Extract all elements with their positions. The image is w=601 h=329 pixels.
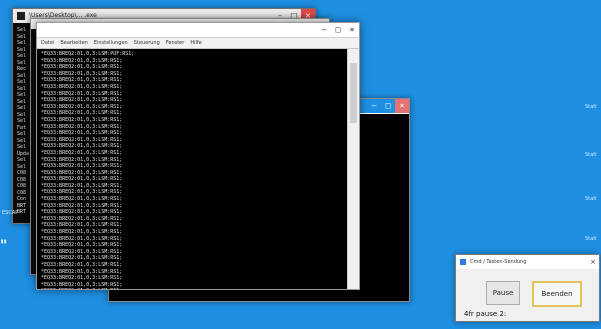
key-send-dialog[interactable]: Cmd / Tasten-Sendung × Pause Beenden 4fr… bbox=[455, 254, 600, 322]
console-line: *EQ33:BREQ2:01,0,3:LSM:RS1; bbox=[41, 288, 343, 289]
menu-item[interactable]: Hilfe bbox=[190, 40, 201, 46]
menu-item[interactable]: Steuerung bbox=[134, 40, 160, 46]
close-icon[interactable]: × bbox=[345, 23, 359, 37]
menu-item[interactable]: Datei bbox=[41, 40, 54, 46]
quit-button[interactable]: Beenden bbox=[532, 281, 582, 307]
app-icon bbox=[460, 259, 466, 265]
console-line: *EQ33:BREQ2:01,0,3:LSM:RS1; bbox=[41, 83, 123, 90]
console-line: *EQ33:BREQ2:01,0,3:LSM:RS1; bbox=[41, 116, 123, 123]
console-line: *EQ33:BREQ2:01,0,3:LSM:RS1; bbox=[41, 229, 123, 236]
vertical-scrollbar[interactable] bbox=[347, 49, 359, 289]
console-line: *EQ33:BREQ2:01,0,3:LSM:RS1; bbox=[41, 103, 123, 110]
maximize-icon[interactable]: □ bbox=[381, 99, 395, 113]
console-line: *EQ33:BREQ2:01,0,3:LSM:RS1; bbox=[41, 57, 123, 64]
console-line: *EQ33:BREQ2:01,0,3:LSM:RS1; bbox=[41, 281, 123, 288]
desktop-label-right[interactable]: Stati bbox=[585, 152, 597, 158]
front-console-menubar: Datei Bearbeiten Einstellungen Steuerung Fen… bbox=[37, 38, 359, 49]
desktop-label-right[interactable]: Stati bbox=[585, 104, 597, 110]
console-line: *EQ33:BREQ2:01,0,3:LSM:RS1; bbox=[41, 255, 123, 262]
minimize-icon[interactable]: – bbox=[367, 99, 381, 113]
console-line: *EQ33:BREQ2:01,0,3:LSM:RS1; bbox=[41, 268, 123, 275]
desktop-label-right[interactable]: Stati bbox=[585, 196, 597, 202]
front-console-window[interactable]: – □ × Datei Bearbeiten Einstellungen Steuer… bbox=[36, 22, 360, 290]
console-line: *EQ33:BREQ2:01,0,3:LSM:RS1; bbox=[41, 209, 123, 216]
dialog-status-text: 4fr pause 2: bbox=[464, 310, 507, 318]
console-line: *EQ33:BREQ2:01,0,3:LSM:RS1; bbox=[41, 156, 123, 163]
close-icon[interactable]: × bbox=[589, 258, 597, 266]
dialog-titlebar[interactable]: Cmd / Tasten-Sendung × bbox=[456, 255, 599, 269]
console-line: *EQ33:BREQ2:01,0,3:LSM:RS1; bbox=[41, 130, 123, 137]
front-console-output: *EQ33:BREQ2:01,0,3:LSM:PUF:RS1; *EQ33:BRE… bbox=[37, 49, 347, 289]
console-line: *EQ33:BREQ2:01,0,3:LSM:RS1; bbox=[41, 176, 123, 183]
console-line: *EQ33:BREQ2:01,0,3:LSM:RS1; bbox=[41, 70, 123, 77]
dialog-title: Cmd / Tasten-Sendung bbox=[470, 259, 527, 265]
pause-button[interactable]: Pause bbox=[486, 281, 520, 305]
minimize-icon[interactable]: – bbox=[317, 23, 331, 37]
console-line: *EQ33:BREQ2:01,0,3:LSM:RS1; bbox=[41, 90, 123, 97]
console-line: *EQ33:BREQ2:01,0,3:LSM:RS1; bbox=[41, 123, 123, 130]
console-app-icon bbox=[17, 12, 25, 20]
front-console-titlebar[interactable]: – □ × bbox=[37, 23, 359, 38]
console-line: *EQ33:BREQ2:01,0,3:LSM:RS1; bbox=[41, 77, 123, 84]
maximize-icon[interactable]: □ bbox=[331, 23, 345, 37]
desktop-label-left[interactable]: ESCAP bbox=[2, 210, 18, 216]
menu-item[interactable]: Bearbeiten bbox=[60, 40, 87, 46]
quote-mark: " bbox=[0, 238, 8, 254]
console-line: *EQ33:BREQ2:01,0,3:LSM:RS1; bbox=[41, 242, 123, 249]
console-line: *EQ33:BREQ2:01,0,3:LSM:RS1; bbox=[41, 149, 123, 156]
console-line: *EQ33:BREQ2:01,0,3:LSM:RS1; bbox=[41, 196, 123, 203]
console-line: *EQ33:BREQ2:01,0,3:LSM:RS1; bbox=[41, 262, 123, 268]
console-line: *EQ33:BREQ2:01,0,3:LSM:RS1; bbox=[41, 248, 123, 255]
console-line: *EQ33:BREQ2:01,0,3:LSM:RS1; bbox=[41, 143, 123, 150]
menu-item[interactable]: Einstellungen bbox=[94, 40, 128, 46]
console-line: *EQ33:BREQ2:01,0,3:LSM:RS1; bbox=[41, 97, 123, 104]
close-icon[interactable]: × bbox=[395, 99, 409, 113]
menu-item[interactable]: Fenster bbox=[166, 40, 185, 46]
console-line: *EQ33:BREQ2:01,0,3:LSM:RS1; bbox=[41, 215, 123, 222]
console-line: *EQ33:BREQ2:01,0,3:LSM:PUF:RS1; bbox=[41, 51, 135, 57]
console-line: *EQ33:BREQ2:01,0,3:LSM:RS1; bbox=[41, 202, 123, 209]
desktop-label-right[interactable]: Stati bbox=[585, 236, 597, 242]
console-line: *EQ33:BREQ2:01,0,3:LSM:RS1; bbox=[41, 163, 123, 170]
console-line: *EQ33:BREQ2:01,0,3:LSM:RS1; bbox=[41, 235, 123, 242]
console-line: *EQ33:BREQ2:01,0,3:LSM:RS1; bbox=[41, 169, 123, 176]
console-line: *EQ33:BREQ2:01,0,3:LSM:RS1; bbox=[41, 136, 123, 143]
console-line: *EQ33:BREQ2:01,0,3:LSM:RS1; bbox=[41, 222, 123, 229]
console-line: *EQ33:BREQ2:01,0,3:LSM:RS1; bbox=[41, 275, 123, 282]
console-line: *EQ33:BREQ2:01,0,3:LSM:RS1; bbox=[41, 182, 123, 189]
console-line: *EQ33:BREQ2:01,0,3:LSM:RS1; bbox=[41, 110, 123, 117]
console-line: *EQ33:BREQ2:01,0,3:LSM:RS1; bbox=[41, 64, 123, 71]
scrollbar-thumb[interactable] bbox=[350, 63, 357, 123]
console-line: *EQ33:BREQ2:01,0,3:LSM:RS1; bbox=[41, 189, 123, 196]
